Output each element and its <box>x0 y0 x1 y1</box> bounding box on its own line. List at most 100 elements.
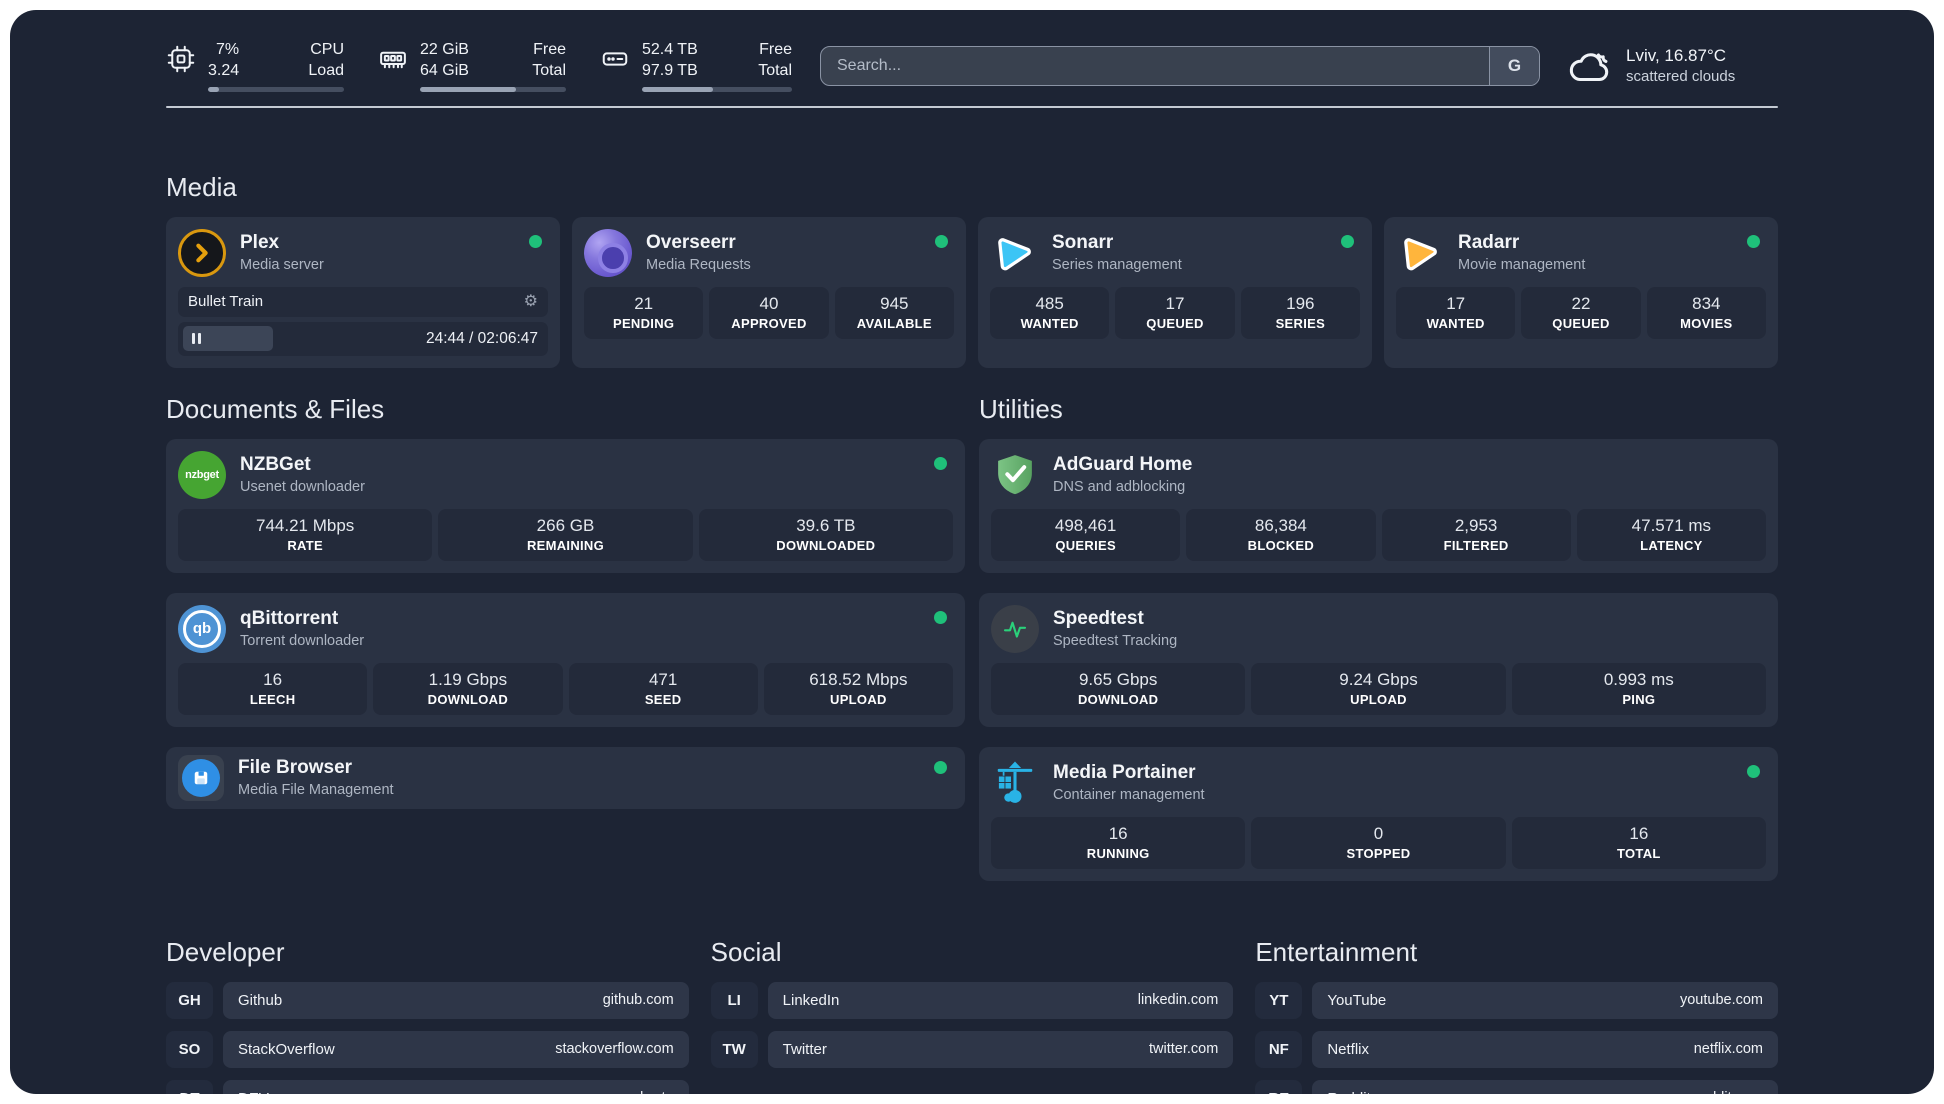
sonarr-icon <box>990 229 1038 277</box>
app-card-sonarr[interactable]: Sonarr Series management 485 WANTED 17 QUE… <box>978 216 1372 368</box>
search-engine-button[interactable]: G <box>1489 46 1539 85</box>
stat-tile: 16 RUNNING <box>991 816 1246 869</box>
stat-tile: 86,384 BLOCKED <box>1186 508 1376 561</box>
link-badge: DT <box>166 1079 213 1094</box>
playback-time: 24:44 / 02:06:47 <box>425 329 538 347</box>
now-playing-title: Bullet Train <box>188 293 264 311</box>
ram-free-label: Free <box>533 41 566 58</box>
cloud-icon <box>1569 53 1609 81</box>
stat-tile: 0 STOPPED <box>1251 816 1506 869</box>
ram-total-label: Total <box>532 61 566 79</box>
app-card-speedtest[interactable]: Speedtest Speedtest Tracking 9.65 Gbps DO… <box>979 592 1778 727</box>
link-github[interactable]: Github github.com <box>223 981 689 1019</box>
app-subtitle: Media Requests <box>646 257 751 274</box>
now-playing-row: Bullet Train ⚙ <box>178 286 548 317</box>
link-row-linkedin: LI LinkedIn linkedin.com <box>710 981 1234 1019</box>
status-dot <box>529 234 542 248</box>
stat-tile: 266 GB REMAINING <box>438 508 693 561</box>
status-dot <box>934 760 947 774</box>
status-dot <box>1747 234 1760 248</box>
app-card-radarr[interactable]: Radarr Movie management 17 WANTED 22 QUEUE… <box>1384 216 1778 368</box>
link-row-netflix: NF Netflix netflix.com <box>1255 1030 1778 1068</box>
app-card-portainer[interactable]: Media Portainer Container management 16 R… <box>979 746 1778 881</box>
link-badge: RE <box>1255 1079 1303 1094</box>
section-social: Social LI LinkedIn linkedin.com TW Twitte… <box>710 936 1234 1080</box>
link-badge: TW <box>710 1030 758 1068</box>
app-subtitle: DNS and adblocking <box>1053 479 1186 496</box>
stat-tile: 498,461 QUERIES <box>991 508 1181 561</box>
link-reddit[interactable]: Redditreddit.com <box>1312 1079 1778 1094</box>
section-title-media: Media <box>166 171 237 202</box>
link-row-reddit: RE Redditreddit.com <box>1255 1079 1778 1094</box>
ram-progress-bar <box>420 86 566 92</box>
stat-tile: 618.52 Mbps UPLOAD <box>763 662 953 715</box>
app-name: qBittorrent <box>240 608 339 630</box>
app-name: Sonarr <box>1052 232 1114 254</box>
nzbget-icon: nzbget <box>178 450 226 499</box>
stat-tile: 1.19 Gbps DOWNLOAD <box>373 662 563 715</box>
memory-stat: 22 GiB 64 GiB Free Total <box>378 40 566 92</box>
speedtest-icon <box>991 604 1039 653</box>
stat-tile: 9.65 Gbps DOWNLOAD <box>991 662 1246 715</box>
app-card-nzbget[interactable]: nzbget NZBGet Usenet downloader 744.21 M… <box>166 438 965 573</box>
section-title-entertainment: Entertainment <box>1255 936 1418 967</box>
header-divider <box>166 105 1778 108</box>
stat-tile: 47.571 ms LATENCY <box>1576 508 1766 561</box>
app-name: NZBGet <box>240 454 311 476</box>
player-row: 24:44 / 02:06:47 <box>178 321 548 356</box>
ram-free-value: 22 GiB <box>420 41 469 58</box>
cpu-usage-value: 7% <box>216 41 240 58</box>
top-bar: 7% 3.24 CPU Load 22 GiB 64 GiB Free Tota… <box>166 10 1778 92</box>
app-subtitle: Media File Management <box>238 782 394 799</box>
stat-tile: 485 WANTED <box>990 286 1110 339</box>
disk-total-value: 97.9 TB <box>642 61 698 79</box>
stat-tile: 9.24 Gbps UPLOAD <box>1251 662 1506 715</box>
link-netflix[interactable]: Netflix netflix.com <box>1312 1030 1778 1068</box>
overseerr-icon <box>584 228 632 277</box>
app-name: File Browser <box>238 757 353 779</box>
link-badge: NF <box>1255 1030 1303 1068</box>
section-title-social: Social <box>710 936 782 967</box>
section-documents: Documents & Files nzbget NZBGet Usenet d… <box>166 394 965 809</box>
radarr-icon <box>1396 229 1444 277</box>
link-row-stackoverflow: SO StackOverflow stackoverflow.com <box>166 1030 689 1068</box>
stat-tile: 17 WANTED <box>1396 286 1516 339</box>
weather-widget[interactable]: Lviv, 16.87°C scattered clouds <box>1568 46 1778 85</box>
link-badge: GH <box>166 981 213 1019</box>
weather-location-temp: Lviv, 16.87°C <box>1626 46 1727 66</box>
link-twitter[interactable]: Twitter twitter.com <box>767 1030 1234 1068</box>
status-dot <box>934 456 947 470</box>
plex-icon <box>178 228 226 277</box>
search-bar: G <box>820 45 1540 86</box>
link-stackoverflow[interactable]: StackOverflow stackoverflow.com <box>223 1030 689 1068</box>
cpu-icon <box>167 45 195 73</box>
stat-tile: 945 AVAILABLE <box>834 286 954 339</box>
stat-tile: 16 LEECH <box>178 662 368 715</box>
portainer-icon <box>991 759 1039 807</box>
status-dot <box>935 234 948 248</box>
stat-tile: 0.993 ms PING <box>1511 662 1766 715</box>
app-subtitle: Media server <box>240 257 324 274</box>
app-card-filebrowser[interactable]: File Browser Media File Management <box>166 746 965 809</box>
section-title-utilities: Utilities <box>979 393 1063 424</box>
link-youtube[interactable]: YouTube youtube.com <box>1312 981 1778 1019</box>
app-card-plex[interactable]: Plex Media server Bullet Train ⚙ 24:44 /… <box>166 216 560 368</box>
pause-button[interactable] <box>183 326 273 352</box>
section-developer: Developer GH Github github.com SO StackOv… <box>166 937 689 1094</box>
stat-tile: 196 SERIES <box>1240 286 1360 339</box>
stat-tile: 16 TOTAL <box>1511 816 1766 869</box>
section-utilities: Utilities AdGuard Home DNS and adblockin… <box>979 394 1778 881</box>
dashboard-panel: 7% 3.24 CPU Load 22 GiB 64 GiB Free Tota… <box>10 10 1934 1094</box>
app-name: Media Portainer <box>1053 762 1196 784</box>
search-input[interactable] <box>821 46 1489 85</box>
filebrowser-icon <box>178 754 224 801</box>
app-name: Speedtest <box>1053 608 1144 630</box>
link-linkedin[interactable]: LinkedIn linkedin.com <box>767 981 1234 1019</box>
link-dev[interactable]: DEVdev.to <box>223 1079 689 1094</box>
app-card-adguard[interactable]: AdGuard Home DNS and adblocking 498,461 Q… <box>979 438 1778 573</box>
app-card-overseerr[interactable]: Overseerr Media Requests 21 PENDING 40 APP… <box>572 216 966 368</box>
stat-tile: 17 QUEUED <box>1115 286 1235 339</box>
gear-icon[interactable]: ⚙ <box>524 293 538 310</box>
stat-tile: 471 SEED <box>568 662 758 715</box>
app-card-qbittorrent[interactable]: qb qBittorrent Torrent downloader 16 LEEC… <box>166 592 965 727</box>
